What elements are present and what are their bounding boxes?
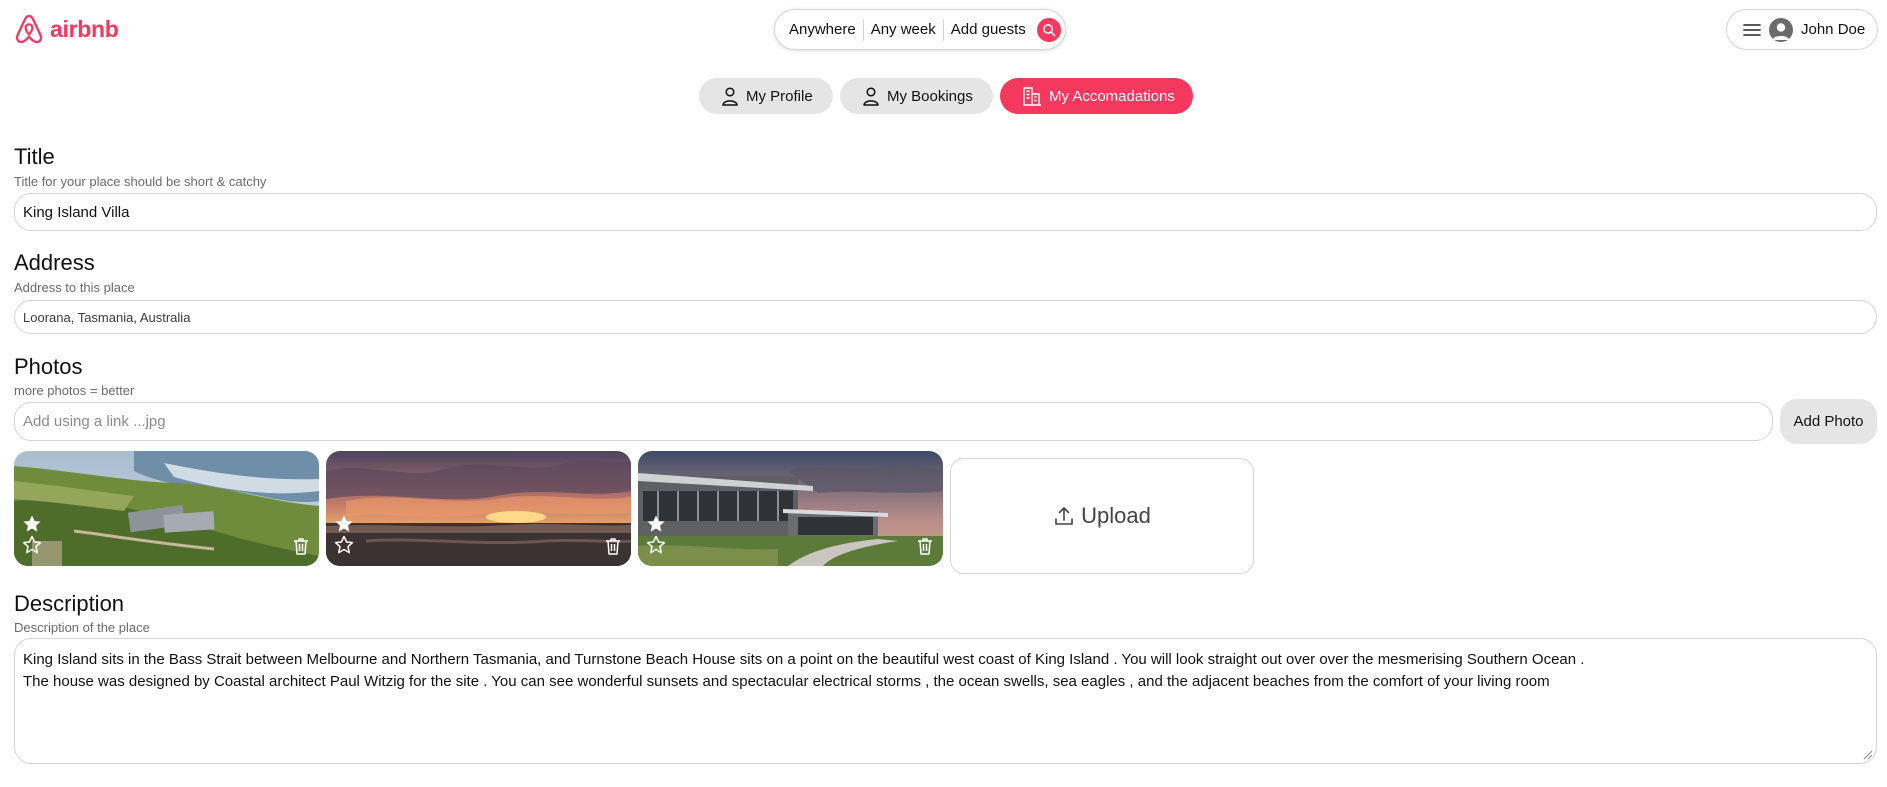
trash-icon[interactable]	[291, 536, 311, 556]
search-bar[interactable]: Anywhere Any week Add guests	[774, 9, 1066, 50]
upload-label: Upload	[1081, 503, 1151, 528]
user-name: John Doe	[1801, 21, 1866, 38]
airbnb-logo[interactable]: airbnb	[14, 13, 119, 45]
title-input[interactable]: King Island Villa	[14, 193, 1877, 231]
airbnb-logo-icon	[15, 14, 43, 44]
search-who[interactable]: Add guests	[944, 21, 1033, 38]
photo-image	[326, 451, 631, 566]
building-icon	[1023, 87, 1041, 106]
search-icon	[1042, 23, 1056, 36]
description-line: The house was designed by Coastal archit…	[23, 673, 1550, 690]
add-photo-button[interactable]: Add Photo	[1780, 399, 1877, 444]
upload-icon	[1055, 507, 1073, 525]
tab-my-profile[interactable]: My Profile	[699, 78, 833, 114]
description-hint: Description of the place	[14, 620, 150, 635]
tab-label: My Profile	[746, 87, 813, 105]
user-avatar-icon	[1769, 17, 1793, 42]
user-icon	[863, 87, 879, 106]
title-heading: Title	[14, 144, 55, 169]
description-line: King Island sits in the Bass Strait betw…	[23, 651, 1585, 668]
user-menu-button[interactable]: John Doe	[1726, 9, 1878, 50]
tab-label: My Bookings	[887, 87, 973, 105]
star-outline-icon[interactable]	[22, 535, 42, 555]
brand-name: airbnb	[50, 15, 119, 42]
star-outline-icon[interactable]	[334, 535, 354, 555]
upload-button[interactable]: Upload	[950, 458, 1254, 574]
address-hint: Address to this place	[14, 280, 135, 295]
account-tabs: My Profile My Bookings My Accomadations	[0, 78, 1887, 114]
search-where[interactable]: Anywhere	[789, 21, 863, 38]
hamburger-menu-icon	[1743, 23, 1761, 36]
user-icon	[722, 87, 738, 106]
photo-thumbnail	[638, 451, 943, 566]
photo-image	[14, 451, 319, 566]
address-heading: Address	[14, 250, 95, 275]
description-textarea[interactable]: King Island sits in the Bass Strait betw…	[14, 638, 1877, 764]
tab-my-bookings[interactable]: My Bookings	[840, 78, 993, 114]
top-header: airbnb Anywhere Any week Add guests John…	[0, 0, 1887, 60]
photo-image	[638, 451, 943, 566]
photos-heading: Photos	[14, 354, 83, 379]
tab-my-accomadations[interactable]: My Accomadations	[1000, 78, 1193, 114]
photo-thumbnail	[326, 451, 631, 566]
tab-label: My Accomadations	[1049, 87, 1175, 105]
title-hint: Title for your place should be short & c…	[14, 174, 267, 189]
star-outline-icon[interactable]	[646, 535, 666, 555]
search-button[interactable]	[1036, 17, 1061, 42]
photo-thumbnail	[14, 451, 319, 566]
description-heading: Description	[14, 591, 125, 616]
search-when[interactable]: Any week	[864, 21, 943, 38]
trash-icon[interactable]	[915, 536, 935, 556]
photo-link-input[interactable]: Add using a link ...jpg	[14, 402, 1773, 441]
address-input[interactable]: Loorana, Tasmania, Australia	[14, 300, 1877, 334]
photos-hint: more photos = better	[14, 383, 135, 398]
resize-handle-icon[interactable]	[1863, 750, 1873, 760]
trash-icon[interactable]	[603, 536, 623, 556]
star-filled-icon[interactable]	[646, 514, 666, 534]
star-filled-icon[interactable]	[22, 514, 42, 534]
star-filled-icon[interactable]	[334, 514, 354, 534]
